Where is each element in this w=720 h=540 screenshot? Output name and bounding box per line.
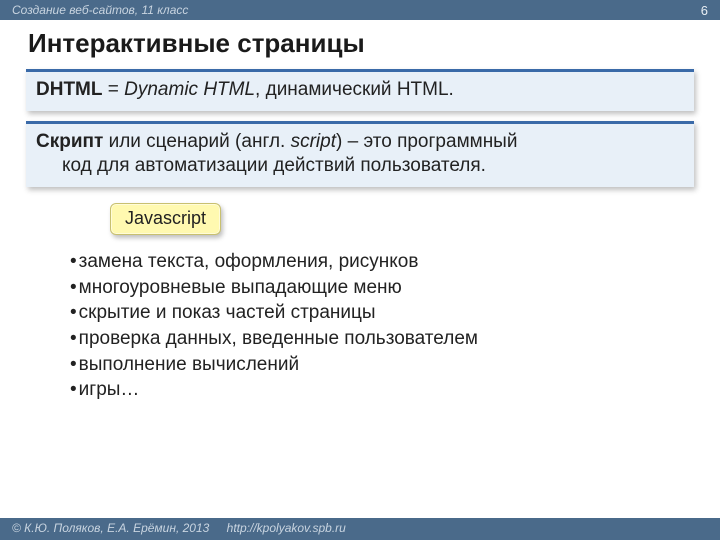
bullet-list: замена текста, оформления, рисунков мног… [70,249,720,403]
page-title: Интерактивные страницы [0,20,720,65]
dhtml-term: DHTML [36,79,102,100]
script-english: script [291,131,336,152]
list-item: многоуровневые выпадающие меню [70,275,720,301]
footer-bar: © К.Ю. Поляков, Е.А. Ерёмин, 2013 http:/… [0,518,720,540]
dhtml-eq: = [102,79,124,100]
script-line1a: или сценарий (англ. [103,131,290,152]
list-item: проверка данных, введенные пользователем [70,326,720,352]
script-line2: код для автоматизации действий пользоват… [36,154,684,179]
dhtml-expansion: Dynamic HTML [124,79,255,100]
list-item: выполнение вычислений [70,352,720,378]
list-item: игры… [70,377,720,403]
top-bar: Создание веб-сайтов, 11 класс 6 [0,0,720,20]
footer-copyright: © К.Ю. Поляков, Е.А. Ерёмин, 2013 [12,521,209,535]
page-number: 6 [701,3,708,18]
definition-box-dhtml: DHTML = Dynamic HTML, динамический HTML. [26,69,694,111]
javascript-label: Javascript [110,203,221,235]
course-label: Создание веб-сайтов, 11 класс [12,3,188,17]
list-item: скрытие и показ частей страницы [70,300,720,326]
script-term: Скрипт [36,131,103,152]
definition-box-script: Скрипт или сценарий (англ. script) – это… [26,121,694,187]
list-item: замена текста, оформления, рисунков [70,249,720,275]
dhtml-rest: , динамический HTML. [255,79,454,100]
footer-url: http://kpolyakov.spb.ru [227,521,346,535]
script-line1b: ) – это программный [336,131,517,152]
